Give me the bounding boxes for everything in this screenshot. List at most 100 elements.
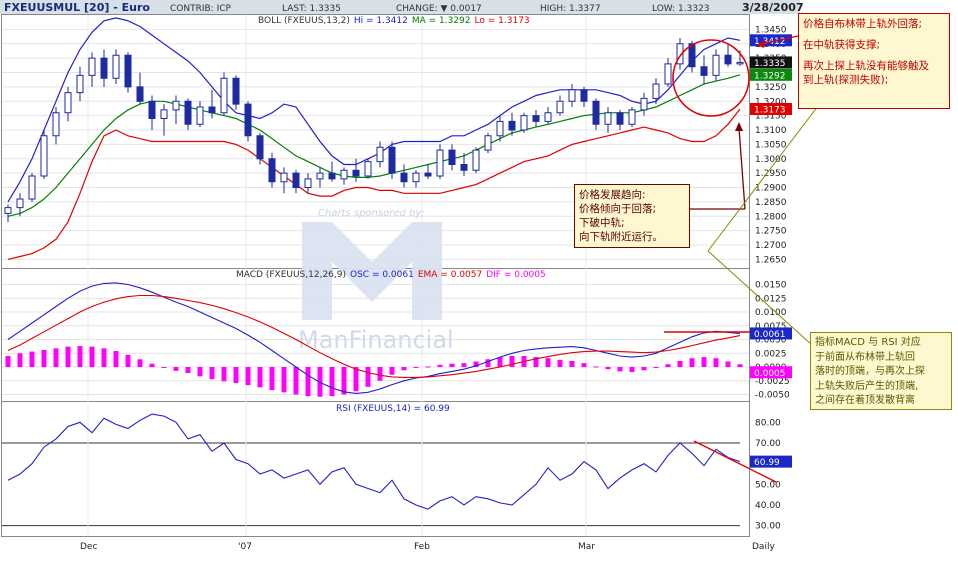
price-tick-label: 1.2800 — [755, 212, 787, 222]
macd-histogram-bar — [665, 364, 671, 367]
price-tick-label: 1.3450 — [755, 25, 787, 35]
rsi-line — [7, 413, 741, 510]
candle-up — [160, 109, 168, 119]
annotation-note-trend: 价格发展趋向: 价格倾向于回落; 下破中轨; 向下轨附近运行。 — [574, 184, 690, 248]
candle-down — [580, 89, 588, 102]
macd-histogram-bar — [377, 367, 383, 381]
candle-up — [520, 115, 528, 131]
candle-up — [196, 106, 204, 125]
macd-histogram-bar — [569, 360, 575, 367]
macd-histogram-bar — [401, 367, 407, 371]
watermark-sponsor: Charts sponsored by: — [318, 208, 425, 219]
macd-histogram-bar — [617, 367, 623, 372]
macd-histogram-bar — [65, 346, 71, 367]
candle-up — [304, 178, 312, 188]
macd-histogram-bar — [257, 367, 263, 388]
macd-histogram-bar — [605, 367, 611, 370]
macd-histogram-bar — [161, 367, 167, 368]
candle-up — [436, 149, 444, 177]
candle-up — [544, 112, 552, 122]
rsi-tick-label: 50.00 — [755, 480, 781, 490]
candle-up — [712, 54, 720, 76]
macd-histogram-bar — [281, 367, 287, 393]
macd-histogram-bar — [449, 363, 455, 367]
macd-histogram-bar — [629, 367, 635, 372]
macd-histogram-bar — [5, 356, 11, 367]
candle-down — [232, 77, 240, 105]
macd-label: MACD (FXEUUS,12,26,9) OSC = 0.0061 EMA = 0… — [236, 270, 546, 280]
macd-histogram-bar — [725, 361, 731, 367]
x-tick-label: Dec — [80, 542, 97, 552]
candle-up — [556, 100, 564, 114]
candle-up — [76, 74, 84, 94]
macd-label-prefix: MACD (FXEUUS,12,26,9) — [236, 270, 346, 280]
candle-up — [16, 198, 24, 209]
macd-ema-label: EMA = 0.0057 — [418, 270, 482, 280]
boll-label-prefix: BOLL (FXEUUS,13,2) — [258, 16, 350, 26]
candle-down — [700, 66, 708, 76]
candle-up — [412, 172, 420, 183]
candle-up — [496, 120, 504, 137]
macd-histogram-bar — [209, 367, 215, 380]
macd-histogram-bar — [17, 353, 23, 367]
candle-down — [424, 172, 432, 177]
note2-line3: 下破中轨; — [579, 217, 625, 229]
candle-up — [376, 146, 384, 163]
candle-down — [508, 120, 516, 131]
price-tick-label: 1.3050 — [755, 140, 787, 150]
candle-up — [340, 169, 348, 180]
candle-down — [100, 57, 108, 79]
candle-up — [316, 172, 324, 180]
candle-down — [352, 169, 360, 177]
macd-histogram-bar — [197, 367, 203, 377]
candle-down — [448, 149, 456, 165]
candle-down — [184, 100, 192, 125]
macd-histogram-bar — [137, 359, 143, 367]
top-circle — [672, 39, 750, 117]
macd-histogram-bar — [653, 367, 659, 369]
candle-down — [244, 103, 252, 137]
macd-histogram-bar — [245, 367, 251, 386]
price-tick-label: 1.2700 — [755, 241, 787, 251]
change-value: CHANGE: ▼ 0.0017 — [396, 4, 482, 14]
macd-tick-label: -0.0050 — [755, 391, 790, 401]
macd-tick-label: 0.0025 — [755, 349, 787, 359]
candle-up — [604, 112, 612, 125]
macd-histogram-bar — [557, 359, 563, 367]
macd-histogram-bar — [509, 356, 515, 367]
rsi-panel-frame — [1, 401, 750, 537]
note2-line4: 向下轨附近运行。 — [579, 231, 663, 243]
macd-histogram-bar — [545, 358, 551, 367]
macd-histogram-bar — [77, 346, 83, 367]
note1-line2: 在中轨获得支撑; — [803, 39, 881, 51]
quote-date: 3/28/2007 — [742, 1, 804, 14]
badge-boll-ma: 1.3292 — [754, 71, 786, 81]
candle-up — [736, 61, 744, 65]
macd-histogram-bar — [413, 367, 419, 368]
high-value: HIGH: 1.3377 — [540, 4, 601, 14]
note2-line2: 价格倾向于回落; — [579, 203, 657, 215]
candle-down — [616, 112, 624, 125]
x-tick-label: Feb — [414, 542, 430, 552]
macd-histogram-bar — [329, 367, 335, 397]
candle-up — [652, 83, 660, 99]
rsi-tick-label: 80.00 — [755, 418, 781, 428]
x-tick-label: '07 — [238, 542, 252, 552]
price-tick-label: 1.2850 — [755, 198, 787, 208]
candle-up — [364, 161, 372, 177]
macd-histogram-bar — [497, 357, 503, 367]
macd-histogram-bar — [713, 358, 719, 367]
macd-histogram-bar — [461, 363, 467, 367]
note3-line1: 指标MACD 与 RSI 对应 — [815, 337, 921, 348]
candle-down — [124, 54, 132, 88]
macd-histogram-bar — [365, 367, 371, 387]
candle-up — [4, 207, 12, 214]
candle-down — [460, 164, 468, 171]
note3-line5: 之间存在着顶发散背离 — [815, 395, 915, 406]
candle-down — [148, 100, 156, 119]
price-tick-label: 1.3250 — [755, 83, 787, 93]
candle-up — [484, 135, 492, 151]
watermark: Charts sponsored by: ManFinancial — [298, 208, 454, 354]
badge-macd-dif: 0.0005 — [754, 369, 786, 379]
candle-down — [292, 172, 300, 188]
